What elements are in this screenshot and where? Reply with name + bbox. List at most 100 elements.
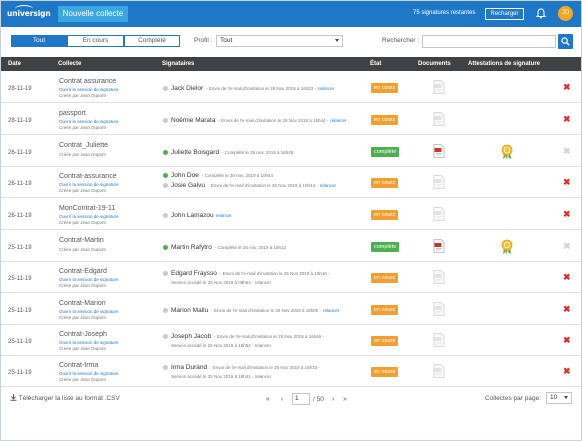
delete-icon[interactable]: ✖ bbox=[563, 209, 571, 220]
signer-name: Juliette Boisgard bbox=[171, 149, 220, 156]
delete-icon[interactable]: ✖ bbox=[563, 82, 571, 93]
signer-name: Marion Mallu bbox=[171, 307, 209, 314]
bell-icon[interactable] bbox=[536, 8, 546, 19]
signed-document-icon[interactable] bbox=[433, 144, 445, 158]
document-icon bbox=[433, 112, 445, 126]
table-row[interactable]: 25-11-19 Contrat-Irma Ouvrir la session de… bbox=[1, 356, 581, 387]
signed-status-icon bbox=[163, 150, 168, 155]
delete-icon[interactable]: ✖ bbox=[563, 272, 571, 283]
row-date: 25-11-19 bbox=[8, 245, 32, 251]
recharge-button[interactable]: Recharger bbox=[485, 8, 524, 20]
row-date: 28-11-19 bbox=[8, 118, 32, 124]
profil-label: Profil : bbox=[194, 37, 213, 44]
table-row[interactable]: 26-11-19 Contrat-assurance Ouvrir la sessi… bbox=[1, 167, 581, 198]
status-badge: en cours bbox=[371, 305, 399, 315]
table-row[interactable]: 25-11-19 Contrat-Joseph Ouvrir la session … bbox=[1, 325, 581, 356]
table-row[interactable]: 26-11-19 Contrat_Juliette Créée par Jean D… bbox=[1, 136, 581, 167]
signer-detail: - Envoi de l'e-mail d'invitation le 28 N… bbox=[218, 118, 329, 123]
last-page-icon[interactable]: » bbox=[343, 396, 347, 403]
signer-name: Joseph Jacob bbox=[171, 333, 212, 340]
open-session-link[interactable]: Ouvrir la session de signature bbox=[59, 371, 119, 376]
open-session-link[interactable]: Ouvrir la session de signature bbox=[59, 119, 119, 124]
delete-icon: ✖ bbox=[563, 241, 571, 251]
document-icon bbox=[433, 302, 445, 316]
signer-line: Martin Rafytro - Complété le 25 nov. 2019… bbox=[163, 244, 286, 251]
signer-line: John Lamazou relancer bbox=[163, 212, 232, 219]
delete-icon[interactable]: ✖ bbox=[563, 304, 571, 315]
universign-logo[interactable]: universign bbox=[7, 5, 51, 24]
signer-extra: Service accédé le 25 Nov 2019 à 09h54 - … bbox=[171, 280, 272, 285]
per-page-select[interactable]: 10 bbox=[546, 392, 572, 404]
document-icon bbox=[433, 207, 445, 221]
download-csv-link[interactable]: Télécharger la liste au format .CSV bbox=[10, 394, 120, 402]
table-row[interactable]: 25-11-19 Contrat-Marion Ouvrir la session … bbox=[1, 294, 581, 325]
tab-complete[interactable]: Complété bbox=[124, 35, 180, 47]
open-session-link[interactable]: Ouvrir la session de signature bbox=[59, 340, 119, 345]
row-date: 28-11-19 bbox=[8, 86, 32, 92]
delete-icon[interactable]: ✖ bbox=[563, 177, 571, 188]
open-session-link[interactable]: Ouvrir la session de signature bbox=[59, 182, 119, 187]
search-button[interactable] bbox=[558, 34, 573, 49]
signer-detail: - Envoi de l'e-mail d'invitation le 26 N… bbox=[207, 183, 318, 188]
open-session-link[interactable]: Ouvrir la session de signature bbox=[59, 309, 119, 314]
delete-icon[interactable]: ✖ bbox=[563, 114, 571, 125]
remind-link[interactable]: relancer bbox=[323, 308, 339, 313]
table-row[interactable]: 28-11-19 passport Ouvrir la session de sig… bbox=[1, 104, 581, 135]
attestation-badge-icon[interactable] bbox=[501, 144, 513, 160]
profil-select[interactable]: Tout bbox=[216, 35, 343, 47]
top-bar: universign Nouvelle collecte 75 signatur… bbox=[1, 1, 581, 27]
col-date[interactable]: Date bbox=[8, 61, 21, 67]
table-row[interactable]: 25-11-19 Contrat-Edgard Ouvrir la session … bbox=[1, 262, 581, 293]
table-row[interactable]: 25-11-19 Contrat-Martin Créée par Jean Dup… bbox=[1, 231, 581, 262]
row-date: 25-11-19 bbox=[8, 276, 32, 282]
signer-line: John Doe - Complété le 26 nov. 2019 à 10h… bbox=[163, 172, 273, 179]
signer-extra: Service accédé le 25 Nov 2019 à 16h52 - … bbox=[171, 343, 272, 348]
signer-name: Jack Dielor bbox=[171, 85, 204, 92]
open-session-link[interactable]: Ouvrir la session de signature bbox=[59, 87, 119, 92]
pending-status-icon bbox=[163, 308, 168, 313]
remind-link[interactable]: relancer bbox=[320, 183, 336, 188]
table-row[interactable]: 28-11-19 Contrat assurance Ouvrir la sessi… bbox=[1, 72, 581, 103]
remind-link[interactable]: relancer bbox=[216, 213, 232, 218]
signed-status-icon bbox=[163, 173, 168, 178]
delete-icon[interactable]: ✖ bbox=[563, 335, 571, 346]
col-attestations: Attestations de signature bbox=[468, 61, 541, 67]
avatar[interactable]: JD bbox=[558, 6, 573, 21]
signed-status-icon bbox=[163, 245, 168, 250]
signed-document-icon[interactable] bbox=[433, 239, 445, 253]
search-input[interactable] bbox=[422, 35, 556, 48]
open-session-link[interactable]: Ouvrir la session de signature bbox=[59, 214, 119, 219]
col-etat: État bbox=[370, 61, 382, 67]
row-date: 26-11-19 bbox=[8, 150, 32, 156]
page-input[interactable]: 1 bbox=[292, 393, 310, 405]
signer-detail: - Envoi de l'e-mail d'invitation le 25 N… bbox=[214, 334, 324, 339]
row-date: 25-11-19 bbox=[8, 370, 32, 376]
prev-page-icon[interactable]: ‹ bbox=[281, 396, 283, 403]
tab-tout[interactable]: Tout bbox=[11, 35, 67, 47]
status-badge: en cours bbox=[371, 210, 399, 220]
col-signataires: Signataires bbox=[162, 61, 195, 67]
table-row[interactable]: 26-11-19 MonContrat-19-11 Ouvrir la sessio… bbox=[1, 199, 581, 230]
status-badge: en cours bbox=[371, 178, 399, 188]
signer-name: John Lamazou bbox=[171, 212, 214, 219]
search-label: Rechercher : bbox=[382, 37, 420, 44]
new-collection-button[interactable]: Nouvelle collecte bbox=[58, 6, 128, 22]
first-page-icon[interactable]: « bbox=[266, 396, 270, 403]
pending-status-icon bbox=[163, 86, 168, 91]
delete-icon[interactable]: ✖ bbox=[563, 366, 571, 377]
attestation-badge-icon[interactable] bbox=[501, 239, 513, 255]
next-page-icon[interactable]: › bbox=[332, 396, 334, 403]
status-badge: en cours bbox=[371, 115, 399, 125]
remind-link[interactable]: relancer bbox=[330, 118, 346, 123]
col-collecte[interactable]: Collecte bbox=[58, 61, 81, 67]
remind-link[interactable]: relancer bbox=[318, 86, 334, 91]
collection-title: Contrat-Joseph bbox=[59, 331, 107, 338]
signer-line: Jack Dielor - Envoi de l'e-mail d'invitat… bbox=[163, 85, 334, 92]
tab-en-cours[interactable]: En cours bbox=[67, 35, 124, 47]
status-badge: en cours bbox=[371, 336, 399, 346]
download-label: Télécharger la liste au format .CSV bbox=[18, 395, 120, 402]
pending-status-icon bbox=[163, 183, 168, 188]
pending-status-icon bbox=[163, 213, 168, 218]
open-session-link[interactable]: Ouvrir la session de signature bbox=[59, 277, 119, 282]
col-documents: Documents bbox=[418, 61, 451, 67]
